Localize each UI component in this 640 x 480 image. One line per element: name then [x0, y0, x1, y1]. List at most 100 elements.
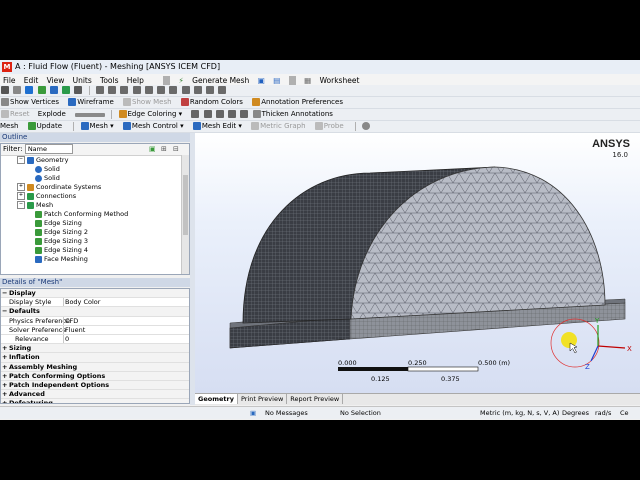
- details-value[interactable]: 0: [65, 335, 69, 343]
- random-colors-button[interactable]: Random Colors: [180, 97, 243, 108]
- expand-icon[interactable]: +: [2, 363, 7, 371]
- details-row-display-style[interactable]: Display Style Body Color: [1, 298, 189, 308]
- scrollbar-thumb[interactable]: [183, 175, 188, 235]
- details-group-assembly-meshing[interactable]: + Assembly Meshing: [1, 362, 189, 372]
- tree-node-connections[interactable]: + Connections: [17, 192, 76, 201]
- display-option-icon[interactable]: [362, 122, 371, 130]
- status-messages[interactable]: No Messages: [265, 407, 308, 419]
- edge-display-icon-4[interactable]: [228, 110, 237, 118]
- zoom-icon[interactable]: [120, 86, 129, 94]
- filter-apply-icon[interactable]: ▣: [149, 144, 156, 155]
- rotate-icon[interactable]: [95, 86, 104, 94]
- details-row-relevance[interactable]: Relevance 0: [1, 334, 189, 345]
- explode-slider[interactable]: [75, 113, 106, 117]
- node-select-icon[interactable]: [62, 86, 71, 94]
- tree-node-coordinate-systems[interactable]: + Coordinate Systems: [17, 183, 101, 192]
- expand-icon[interactable]: +: [2, 372, 7, 380]
- details-group-patch-conforming[interactable]: + Patch Conforming Options: [1, 371, 189, 381]
- reset-button[interactable]: Reset: [0, 109, 30, 120]
- details-row-physics-preference[interactable]: Physics Preference CFD: [1, 316, 189, 326]
- details-group-display[interactable]: − Display: [1, 289, 189, 299]
- expand-icon[interactable]: +: [2, 344, 7, 352]
- box-zoom-icon[interactable]: [132, 86, 141, 94]
- tree-node-solid-1[interactable]: Solid: [35, 165, 60, 174]
- edge-display-icon-1[interactable]: [191, 110, 200, 118]
- edge-display-icon-3[interactable]: [215, 110, 224, 118]
- tree-node-edge-sizing[interactable]: Edge Sizing: [35, 219, 82, 228]
- tree-node-edge-sizing-3[interactable]: Edge Sizing 3: [35, 237, 88, 246]
- axis-triad[interactable]: X Y Z: [550, 317, 632, 371]
- wireframe-button[interactable]: Wireframe: [67, 97, 114, 108]
- details-group-advanced[interactable]: + Advanced: [1, 390, 189, 400]
- filter-select[interactable]: Name: [24, 144, 73, 154]
- details-group-defaults[interactable]: − Defaults: [1, 307, 189, 317]
- show-vertices-button[interactable]: Show Vertices: [0, 97, 59, 108]
- collapse-all-icon[interactable]: ⊟: [173, 144, 179, 155]
- tree-node-patch-conforming-method[interactable]: Patch Conforming Method: [35, 210, 128, 219]
- show-mesh-button[interactable]: Show Mesh: [122, 97, 172, 108]
- edge-coloring-dropdown[interactable]: Edge Coloring ▾: [118, 109, 182, 120]
- mesh-edit-button[interactable]: Mesh Edit ▾: [192, 121, 242, 132]
- collapse-icon[interactable]: −: [2, 307, 7, 315]
- expand-icon[interactable]: +: [2, 390, 7, 398]
- expand-icon[interactable]: +: [2, 399, 7, 403]
- collapse-icon[interactable]: −: [17, 201, 25, 209]
- status-rate-units[interactable]: rad/s: [595, 407, 611, 419]
- vertex-select-icon[interactable]: [13, 86, 22, 94]
- details-value[interactable]: Fluent: [65, 326, 85, 334]
- outline-scrollbar[interactable]: [181, 155, 189, 274]
- tree-node-edge-sizing-2[interactable]: Edge Sizing 2: [35, 228, 88, 237]
- tree-node-mesh[interactable]: − Mesh: [17, 201, 53, 210]
- mesh-control-button[interactable]: Mesh Control ▾: [122, 121, 184, 132]
- expand-all-icon[interactable]: ⊞: [161, 144, 167, 155]
- details-group-patch-independent[interactable]: + Patch Independent Options: [1, 380, 189, 391]
- annotation-preferences-button[interactable]: Annotation Preferences: [251, 97, 343, 108]
- set-view-icon[interactable]: [205, 86, 214, 94]
- tab-geometry[interactable]: Geometry: [195, 394, 238, 404]
- tree-node-face-meshing[interactable]: Face Meshing: [35, 255, 88, 264]
- collapse-icon[interactable]: −: [2, 289, 7, 297]
- isometric-view-icon[interactable]: [193, 86, 202, 94]
- details-group-sizing[interactable]: + Sizing: [1, 344, 189, 354]
- zoom-to-fit-icon[interactable]: [144, 86, 153, 94]
- expand-icon[interactable]: +: [2, 381, 7, 389]
- next-view-icon[interactable]: [181, 86, 190, 94]
- expand-icon[interactable]: +: [2, 353, 7, 361]
- thicken-annotations-button[interactable]: Thicken Annotations: [252, 109, 333, 120]
- metric-graph-button[interactable]: Metric Graph: [250, 121, 306, 132]
- edge-display-icon-2[interactable]: [203, 110, 212, 118]
- mesh-model[interactable]: 0.000 0.250 0.500 (m) 0.125 0.375 X Y Z: [195, 133, 640, 393]
- expand-icon[interactable]: +: [17, 192, 25, 200]
- tab-print-preview[interactable]: Print Preview: [238, 394, 288, 404]
- explode-button[interactable]: Explode: [38, 109, 66, 120]
- status-temp-units[interactable]: Ce: [620, 407, 629, 419]
- magnifier-icon[interactable]: [157, 86, 166, 94]
- tree-node-geometry[interactable]: − Geometry: [17, 156, 68, 165]
- face-select-icon[interactable]: [37, 86, 46, 94]
- details-value[interactable]: CFD: [65, 317, 78, 325]
- edge-select-icon[interactable]: [25, 86, 34, 94]
- probe-button[interactable]: Probe: [314, 121, 344, 132]
- details-group-inflation[interactable]: + Inflation: [1, 353, 189, 363]
- update-button[interactable]: Update: [27, 121, 62, 132]
- messages-icon[interactable]: ▣: [250, 407, 256, 419]
- expand-icon[interactable]: +: [17, 183, 25, 191]
- status-units[interactable]: Metric (m, kg, N, s, V, A): [480, 407, 559, 419]
- details-value[interactable]: Body Color: [65, 298, 100, 306]
- status-angle-units[interactable]: Degrees: [562, 407, 589, 419]
- edge-display-icon-5[interactable]: [240, 110, 249, 118]
- collapse-icon[interactable]: −: [17, 156, 25, 164]
- tree-node-edge-sizing-4[interactable]: Edge Sizing 4: [35, 246, 88, 255]
- graphics-viewport[interactable]: ANSYS 16.0 0.000 0.250 0.500 (m) 0.125 0…: [195, 133, 640, 393]
- app-icon[interactable]: M: [2, 62, 12, 72]
- mesh-menu-button[interactable]: Mesh ▾: [80, 121, 114, 132]
- body-select-icon[interactable]: [49, 86, 58, 94]
- tab-report-preview[interactable]: Report Preview: [287, 394, 344, 404]
- viewport-layout-icon[interactable]: [218, 86, 227, 94]
- tree-node-solid-2[interactable]: Solid: [35, 174, 60, 183]
- details-row-solver-preference[interactable]: Solver Preference Fluent: [1, 325, 189, 335]
- previous-view-icon[interactable]: [169, 86, 178, 94]
- select-mode-icon[interactable]: [1, 86, 9, 94]
- details-group-defeaturing[interactable]: + Defeaturing: [1, 399, 189, 403]
- pan-icon[interactable]: [108, 86, 117, 94]
